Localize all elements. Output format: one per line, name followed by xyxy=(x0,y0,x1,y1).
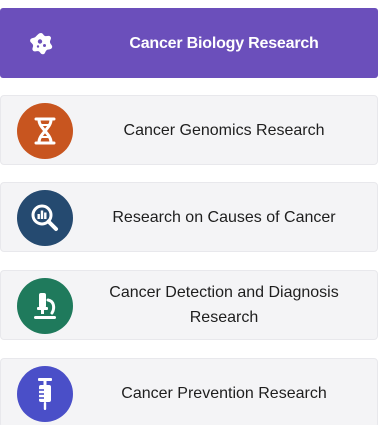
menu-item-label: Research on Causes of Cancer xyxy=(112,208,336,226)
menu-item-label: Cancer Biology Research xyxy=(129,34,319,52)
microscope-icon xyxy=(17,278,73,334)
menu-item-cancer-prevention-research[interactable]: Cancer Prevention Research xyxy=(0,358,378,425)
menu-item-cancer-genomics-research[interactable]: Cancer Genomics Research xyxy=(0,95,378,165)
dna-icon xyxy=(17,103,73,159)
magnify-chart-icon xyxy=(17,190,73,246)
menu-item-label: Cancer Genomics Research xyxy=(123,121,325,139)
menu-item-cancer-biology-research[interactable]: Cancer Biology Research xyxy=(0,8,378,78)
menu-item-label: Cancer Prevention Research xyxy=(121,384,327,402)
menu-item-label: Cancer Detection and Diagnosis Research xyxy=(109,284,339,326)
research-topics-menu: Cancer Biology Research Cancer Genomics … xyxy=(0,0,378,425)
menu-item-research-on-causes-of-cancer[interactable]: Research on Causes of Cancer xyxy=(0,182,378,252)
syringe-icon xyxy=(17,366,73,422)
cancer-cell-icon xyxy=(28,31,54,55)
menu-item-cancer-detection-and-diagnosis-research[interactable]: Cancer Detection and Diagnosis Research xyxy=(0,270,378,340)
